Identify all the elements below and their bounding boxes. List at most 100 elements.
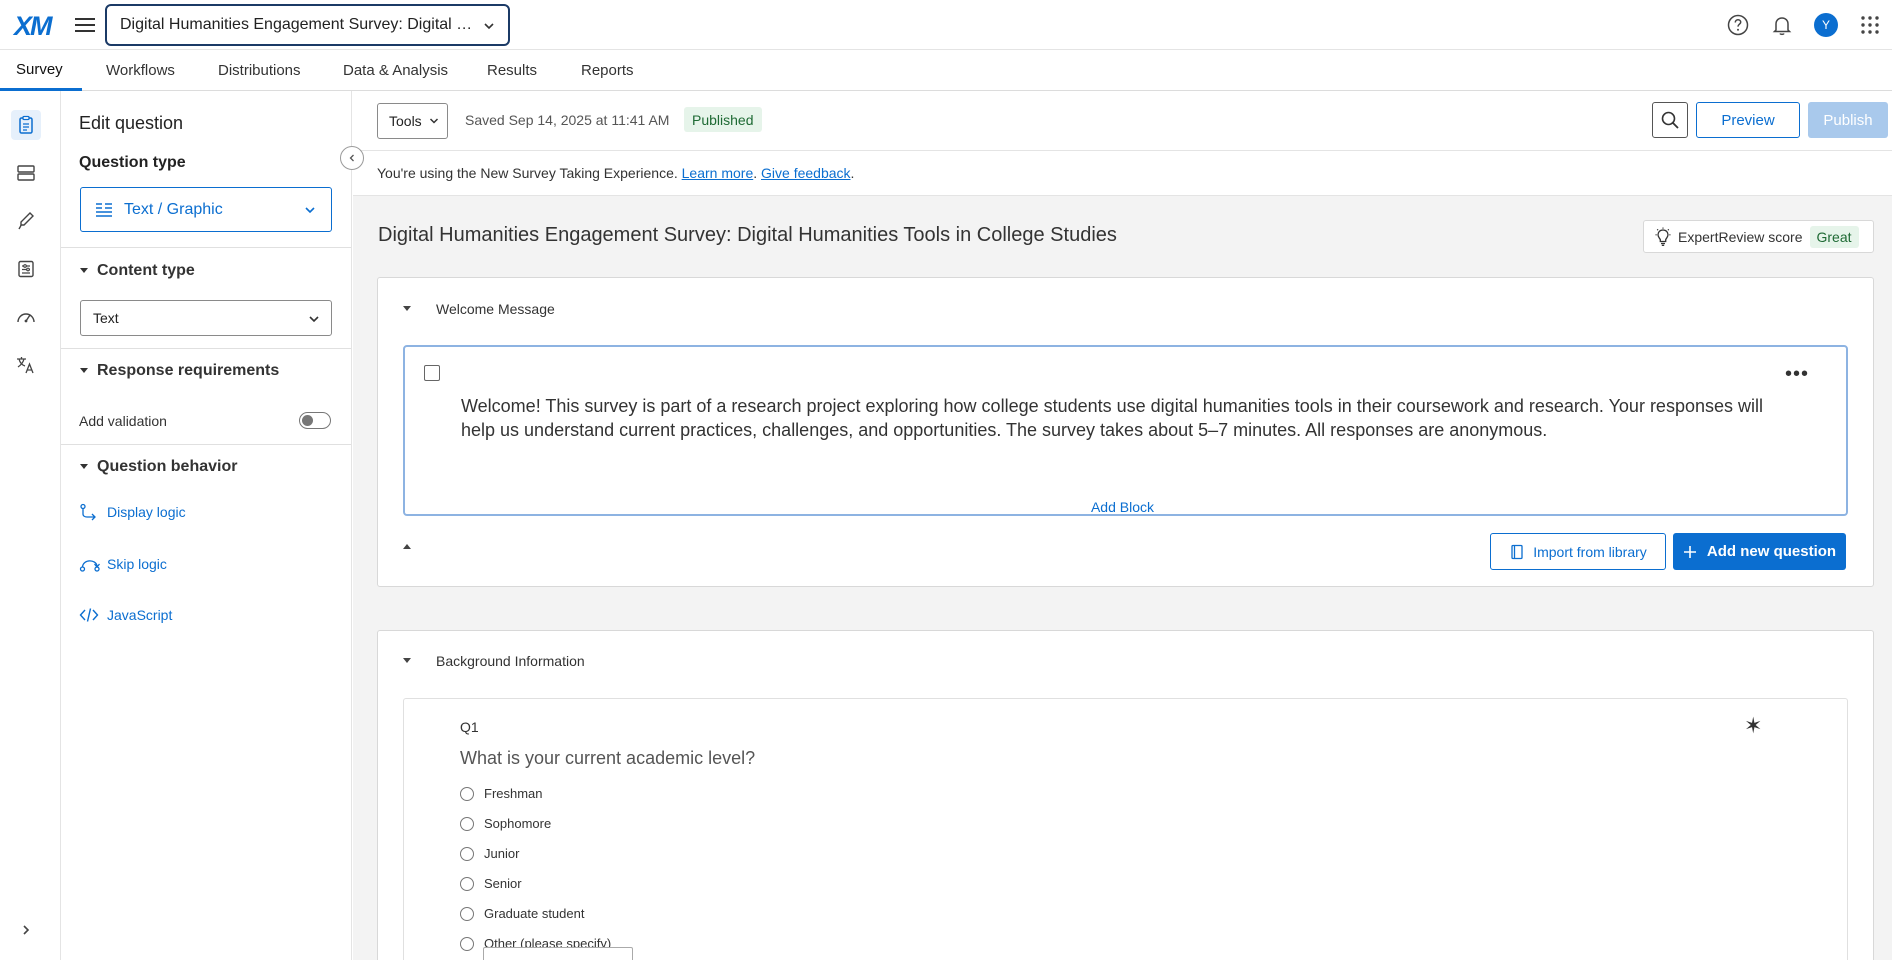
lightbulb-icon [1654, 227, 1672, 247]
javascript-link[interactable]: JavaScript [79, 607, 172, 623]
question-type-heading: Question type [79, 154, 186, 171]
survey-icon[interactable] [11, 110, 41, 140]
choice-option[interactable]: Senior [460, 876, 522, 891]
display-logic-label: Display logic [107, 504, 186, 520]
give-feedback-link[interactable]: Give feedback [761, 165, 851, 181]
tab-results[interactable]: Results [487, 50, 537, 91]
caret-down-icon [402, 305, 412, 313]
notice-end: . [850, 165, 855, 181]
add-validation-toggle[interactable] [299, 412, 331, 429]
block-name: Welcome Message [436, 301, 555, 317]
more-options-icon[interactable]: ••• [1785, 363, 1809, 386]
top-bar: XM Digital Humanities Engagement Survey:… [0, 0, 1892, 50]
avatar[interactable]: Y [1814, 13, 1838, 37]
block-header[interactable]: Welcome Message [402, 301, 555, 317]
new-experience-notice: You're using the New Survey Taking Exper… [353, 151, 1892, 196]
skip-logic-link[interactable]: Skip logic [79, 555, 167, 573]
chevron-down-icon [428, 115, 440, 127]
question-select-checkbox[interactable] [424, 365, 440, 381]
question-text[interactable]: Welcome! This survey is part of a resear… [461, 394, 1801, 442]
plus-icon [1683, 545, 1697, 559]
choice-option[interactable]: Freshman [460, 786, 543, 801]
project-title: Digital Humanities Engagement Survey: Di… [120, 16, 475, 33]
help-icon[interactable] [1726, 13, 1750, 37]
notice-separator: . [753, 165, 758, 181]
left-rail [0, 91, 61, 960]
search-icon [1660, 110, 1680, 130]
question-behavior-heading: Question behavior [97, 458, 238, 475]
radio-button[interactable] [460, 936, 474, 951]
javascript-label: JavaScript [107, 607, 173, 623]
question-behavior-section-toggle[interactable]: Question behavior [79, 458, 237, 476]
caret-down-icon [79, 463, 89, 471]
add-new-question-button[interactable]: Add new question [1673, 533, 1846, 570]
content-type-value: Text [93, 310, 119, 326]
content-type-section-toggle[interactable]: Content type [79, 262, 195, 280]
radio-button[interactable] [460, 906, 474, 921]
choice-option[interactable]: Sophomore [460, 816, 551, 831]
tools-dropdown[interactable]: Tools [377, 103, 448, 139]
other-specify-input[interactable] [483, 947, 633, 960]
choice-label: Junior [484, 846, 520, 861]
tab-data-analysis[interactable]: Data & Analysis [343, 50, 448, 91]
question-card-q1[interactable]: Q1 ✶ What is your current academic level… [403, 698, 1848, 960]
tab-reports[interactable]: Reports [581, 50, 634, 91]
notifications-icon[interactable] [1770, 13, 1794, 37]
survey-title[interactable]: Digital Humanities Engagement Survey: Di… [378, 224, 1117, 247]
add-new-question-label: Add new question [1706, 543, 1837, 560]
add-validation-label: Add validation [79, 413, 167, 429]
choice-label: Freshman [484, 786, 543, 801]
text-graphic-icon [94, 201, 114, 219]
survey-editor: Tools Saved Sep 14, 2025 at 11:41 AM Pub… [353, 91, 1892, 960]
chevron-down-icon [303, 203, 317, 217]
book-icon [1509, 544, 1525, 560]
project-selector[interactable]: Digital Humanities Engagement Survey: Di… [105, 4, 510, 46]
radio-button[interactable] [460, 876, 474, 891]
tab-distributions[interactable]: Distributions [218, 50, 301, 91]
publish-button[interactable]: Publish [1808, 102, 1888, 138]
import-from-library-button[interactable]: Import from library [1490, 533, 1666, 570]
status-badge: Published [684, 107, 762, 132]
blocks-icon[interactable] [11, 158, 41, 188]
translate-icon[interactable] [11, 350, 41, 380]
question-card-selected[interactable]: ••• Welcome! This survey is part of a re… [403, 345, 1848, 516]
content-type-heading: Content type [97, 262, 195, 279]
dashboard-icon[interactable] [11, 302, 41, 332]
search-button[interactable] [1652, 102, 1688, 138]
learn-more-link[interactable]: Learn more [682, 165, 754, 181]
question-text[interactable]: What is your current academic level? [460, 748, 755, 769]
question-type-value: Text / Graphic [124, 200, 223, 218]
required-asterisk-icon: ✶ [1744, 713, 1763, 738]
radio-button[interactable] [460, 786, 474, 801]
menu-icon[interactable] [74, 15, 96, 35]
panel-title: Edit question [79, 113, 184, 133]
content-type-select[interactable]: Text [80, 300, 332, 336]
choice-option[interactable]: Junior [460, 846, 519, 861]
collapse-block-icon[interactable] [402, 543, 412, 551]
apps-grid-icon[interactable] [1858, 13, 1882, 37]
skip-logic-icon [79, 555, 100, 573]
expand-rail-icon[interactable] [11, 915, 41, 945]
tab-workflows[interactable]: Workflows [106, 50, 175, 91]
preview-button[interactable]: Preview [1696, 102, 1800, 138]
expert-review-badge: Great [1809, 225, 1859, 248]
radio-button[interactable] [460, 816, 474, 831]
radio-button[interactable] [460, 846, 474, 861]
divider [61, 247, 351, 248]
choice-option[interactable]: Graduate student [460, 906, 584, 921]
display-logic-icon [79, 503, 99, 521]
block-header[interactable]: Background Information [402, 653, 585, 669]
block-background-information: Background Information Q1 ✶ What is your… [377, 630, 1874, 960]
tab-survey[interactable]: Survey [0, 50, 82, 91]
look-and-feel-icon[interactable] [11, 206, 41, 236]
question-type-select[interactable]: Text / Graphic [80, 187, 332, 232]
display-logic-link[interactable]: Display logic [79, 503, 186, 521]
block-name: Background Information [436, 653, 585, 669]
response-requirements-section-toggle[interactable]: Response requirements [79, 362, 279, 380]
expert-review-score[interactable]: ExpertReview score Great [1643, 220, 1874, 253]
add-block-link[interactable]: Add Block [353, 499, 1892, 515]
code-icon [79, 607, 99, 623]
collapse-panel-button[interactable] [340, 146, 364, 170]
xm-logo[interactable]: XM [14, 11, 52, 42]
survey-options-icon[interactable] [11, 254, 41, 284]
